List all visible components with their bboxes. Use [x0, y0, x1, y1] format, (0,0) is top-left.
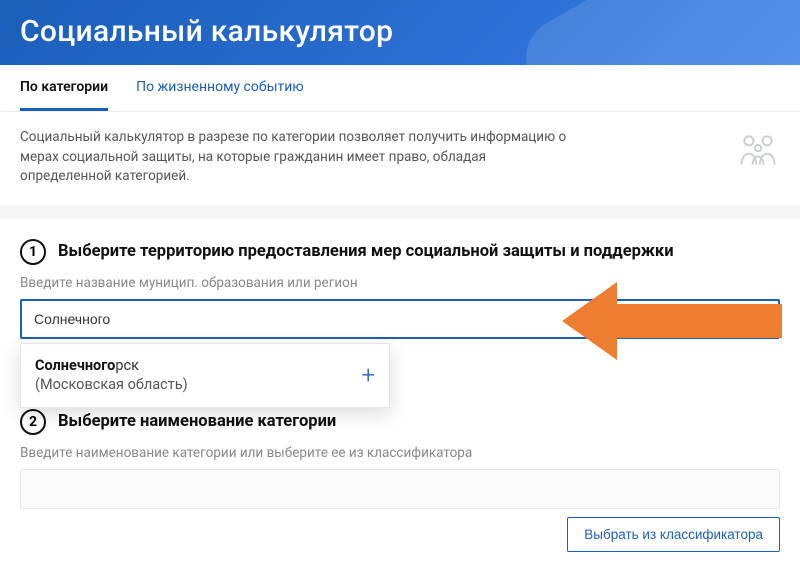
tab-by-life-event[interactable]: По жизненному событию: [136, 65, 304, 111]
family-icon: [736, 128, 780, 172]
page-title: Социальный калькулятор: [20, 14, 780, 49]
suggestion-rest: рск: [115, 357, 139, 374]
step-1-number: 1: [20, 239, 46, 265]
choose-from-classifier-button[interactable]: Выбрать из классификатора: [567, 517, 780, 552]
suggestion-match: Солнечного: [35, 357, 115, 374]
territory-suggestion[interactable]: Солнечногорск (Московская область) +: [20, 343, 390, 408]
suggestion-region: (Московская область): [35, 376, 188, 393]
suggestion-text: Солнечногорск (Московская область): [35, 356, 188, 395]
form-card: 1 Выберите территорию предоставления мер…: [0, 219, 800, 586]
tabs-bar: По категории По жизненному событию: [0, 65, 800, 112]
step-2-title: Выберите наименование категории: [58, 412, 336, 431]
step-2-label: Введите наименование категории или выбер…: [20, 445, 780, 461]
intro-panel: Социальный калькулятор в разрезе по кате…: [0, 112, 800, 205]
step-1-label: Введите название муницип. образования ил…: [20, 275, 780, 291]
plus-icon[interactable]: +: [361, 363, 375, 387]
step-1-title: Выберите территорию предоставления мер с…: [58, 242, 674, 261]
intro-text: Социальный калькулятор в разрезе по кате…: [20, 128, 580, 187]
category-input[interactable]: [20, 469, 780, 509]
territory-input[interactable]: [20, 299, 780, 339]
step-2-number: 2: [20, 409, 46, 435]
step-1: 1 Выберите территорию предоставления мер…: [20, 239, 780, 339]
step-2: 2 Выберите наименование категории Введит…: [20, 409, 780, 552]
page-header: Социальный калькулятор: [0, 0, 800, 65]
tab-by-category[interactable]: По категории: [20, 65, 108, 111]
